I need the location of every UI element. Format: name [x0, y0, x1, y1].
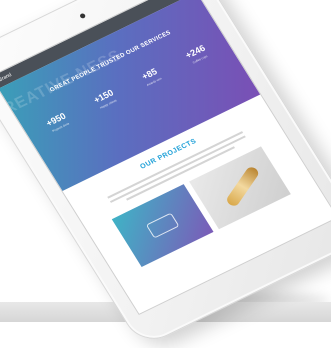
camera-icon [79, 12, 87, 20]
tablet-screen: Brand REATIVE NESS GREAT PEOPLE TRUSTED … [0, 0, 331, 316]
stat-item: +150 Happy clients [92, 88, 119, 111]
stat-item: +950 Projects done [44, 111, 71, 134]
tube-image [224, 165, 261, 208]
card-icon [145, 212, 180, 239]
stat-item: +85 Awards won [139, 66, 163, 87]
stat-item: +246 Coffee cups [183, 43, 210, 66]
